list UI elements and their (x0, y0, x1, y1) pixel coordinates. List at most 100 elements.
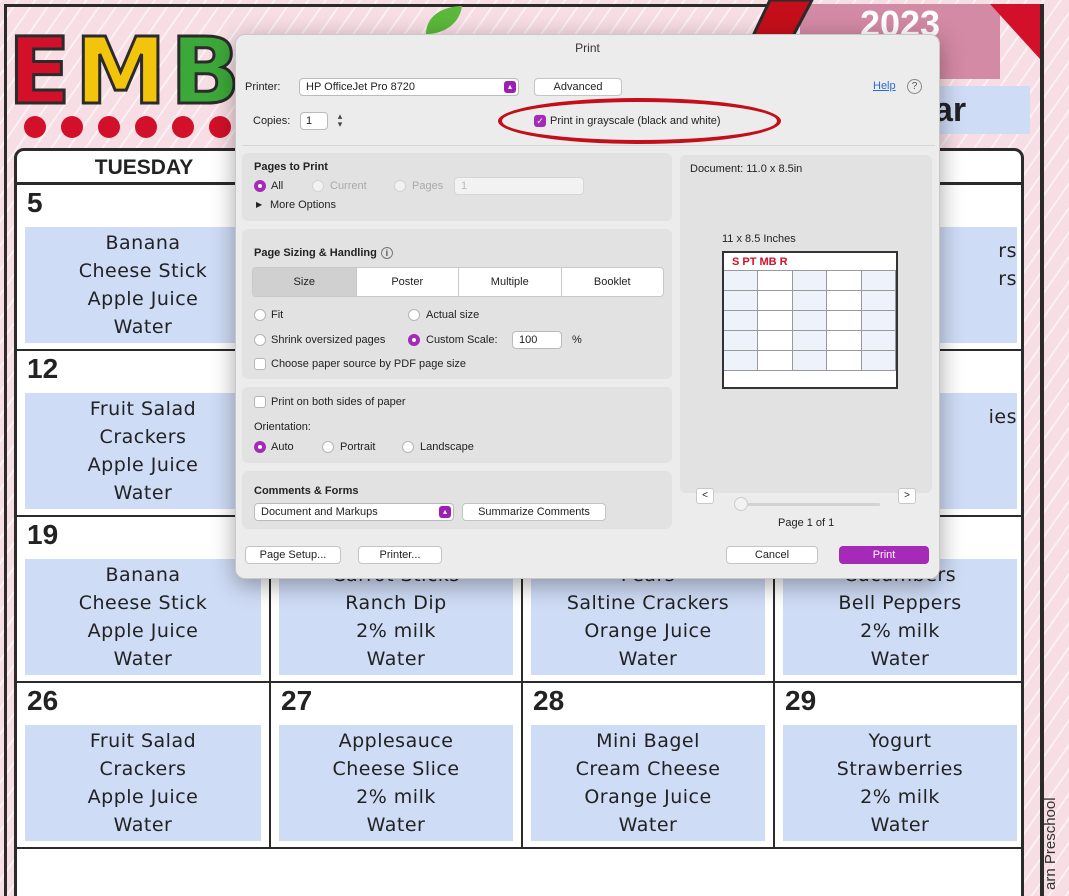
summarize-comments-button[interactable]: Summarize Comments (462, 503, 606, 521)
day-number: 26 (27, 685, 59, 716)
tab-booklet[interactable]: Booklet (562, 268, 664, 296)
pages-radio[interactable] (394, 180, 406, 192)
menu-block: Applesauce Cheese Slice 2% milk Water (279, 725, 513, 841)
calendar-day-cell: 26 Fruit Salad Crackers Apple Juice Water (17, 683, 271, 849)
shrink-radio[interactable] (254, 334, 266, 346)
fit-radio[interactable] (254, 309, 266, 321)
menu-item: Water (870, 648, 930, 670)
menu-item: Bell Peppers (838, 592, 962, 614)
calendar-day-cell: 12 Fruit Salad Crackers Apple Juice Water (17, 351, 271, 517)
thumbnail-row (724, 331, 897, 351)
thumbnail-cell (827, 351, 862, 370)
thumbnail-cell (792, 291, 828, 310)
info-icon[interactable]: i (380, 247, 393, 259)
pages-range-input[interactable]: 1 (454, 177, 584, 195)
both-sides-checkbox[interactable] (254, 396, 266, 408)
menu-item: Water (113, 648, 173, 670)
menu-item: Water (870, 814, 930, 836)
menu-block: Fruit Salad Crackers Apple Juice Water (25, 393, 261, 509)
auto-radio[interactable] (254, 441, 266, 453)
advanced-button[interactable]: Advanced (534, 78, 622, 96)
menu-item: Water (113, 316, 173, 338)
tab-size[interactable]: Size (253, 268, 357, 296)
thumbnail-cell (861, 351, 897, 370)
month-title: E M B (7, 18, 243, 125)
custom-scale-radio[interactable] (408, 334, 420, 346)
menu-item: Apple Juice (87, 620, 199, 642)
current-radio[interactable] (312, 180, 324, 192)
menu-block: Mini Bagel Cream Cheese Orange Juice Water (531, 725, 765, 841)
thumbnail-row (724, 351, 897, 371)
menu-item: 2% milk (356, 620, 436, 642)
tab-multiple[interactable]: Multiple (459, 268, 562, 296)
preview-panel: Document: 11.0 x 8.5in 11 x 8.5 Inches S… (680, 155, 932, 529)
page-setup-button[interactable]: Page Setup... (245, 546, 341, 564)
menu-item: Crackers (99, 426, 187, 448)
tab-poster[interactable]: Poster (357, 268, 459, 296)
thumbnail-cell (724, 351, 759, 370)
day-number: 5 (27, 187, 43, 218)
chevron-updown-icon: ▴ (504, 81, 516, 93)
landscape-radio[interactable] (402, 441, 414, 453)
all-radio[interactable] (254, 180, 266, 192)
landscape-label: Landscape (420, 441, 474, 453)
menu-item: Fruit Salad (89, 730, 197, 752)
scale-input[interactable]: 100 (512, 331, 562, 349)
thumbnail-cell (758, 271, 793, 290)
comments-select-value: Document and Markups (261, 506, 378, 518)
thumbnail-cell (724, 291, 759, 310)
thumbnail-cell (861, 271, 897, 290)
printer-value: HP OfficeJet Pro 8720 (306, 81, 416, 93)
thumbnail-cell (792, 271, 828, 290)
dot (98, 116, 120, 138)
page-slider-knob[interactable] (734, 497, 748, 511)
portrait-radio[interactable] (322, 441, 334, 453)
dot (172, 116, 194, 138)
red-ellipse-annotation (498, 98, 781, 144)
print-button[interactable]: Print (839, 546, 929, 564)
month-letter: E (7, 18, 73, 125)
day-number: 29 (785, 685, 817, 716)
copies-stepper-icon[interactable]: ▴ ▾ (334, 112, 346, 129)
menu-item: 2% milk (356, 786, 436, 808)
page-slider-track[interactable] (740, 503, 880, 506)
menu-block: Banana Cheese Stick Apple Juice Water (25, 227, 261, 343)
menu-item: Applesauce (338, 730, 454, 752)
day-number: 19 (27, 519, 59, 550)
more-options-toggle[interactable]: More Options (270, 199, 336, 211)
menu-item: Ranch Dip (345, 592, 447, 614)
prev-page-button[interactable]: < (696, 488, 714, 504)
menu-item: 2% milk (860, 620, 940, 642)
thumbnail-title: S PT MB R (724, 253, 896, 271)
scale-unit: % (572, 334, 582, 346)
thumbnail-cell (792, 331, 828, 350)
thumbnail-cell (758, 291, 793, 310)
comments-panel: Comments & Forms Document and Markups ▴ … (242, 471, 672, 529)
copies-input[interactable]: 1 (300, 112, 328, 130)
paper-source-checkbox[interactable] (254, 358, 266, 370)
menu-item: Fruit Salad (89, 398, 197, 420)
thumbnail-row (724, 271, 897, 291)
month-letter: B (169, 18, 242, 125)
menu-item: rs (998, 268, 1017, 290)
calendar-day-cell: 28 Mini Bagel Cream Cheese Orange Juice Wate… (523, 683, 775, 849)
menu-item: Water (113, 814, 173, 836)
menu-item: Water (618, 648, 678, 670)
menu-item: Cheese Slice (332, 758, 460, 780)
actual-size-radio[interactable] (408, 309, 420, 321)
cancel-button[interactable]: Cancel (726, 546, 818, 564)
day-number: 27 (281, 685, 313, 716)
disclosure-triangle-icon[interactable]: ▶ (256, 200, 262, 209)
menu-item: Cheese Stick (78, 260, 208, 282)
menu-item: ies (988, 406, 1017, 428)
comments-select[interactable]: Document and Markups ▴ (254, 503, 454, 521)
next-page-button[interactable]: > (898, 488, 916, 504)
both-sides-label: Print on both sides of paper (271, 396, 406, 408)
day-header-tuesday: TUESDAY (17, 151, 271, 185)
help-question-icon[interactable]: ? (907, 79, 922, 94)
printer-button[interactable]: Printer... (358, 546, 442, 564)
help-link[interactable]: Help (873, 80, 896, 92)
printer-select[interactable]: HP OfficeJet Pro 8720 ▴ (299, 78, 519, 96)
thumbnail-cell (724, 271, 759, 290)
menu-item: Mini Bagel (596, 730, 700, 752)
